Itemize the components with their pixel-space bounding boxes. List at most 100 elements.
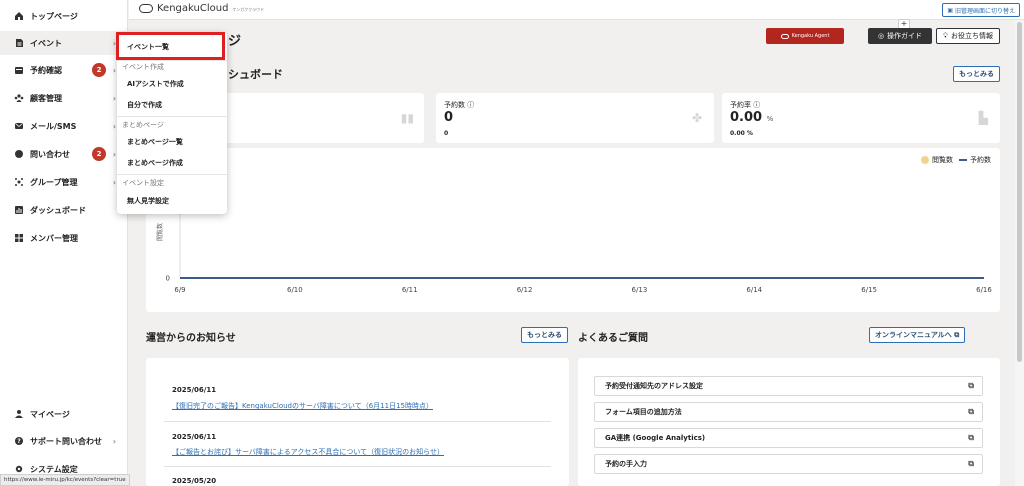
sidebar-item-members[interactable]: メンバー管理 <box>0 226 128 250</box>
x-tick-label: 6/15 <box>861 286 877 294</box>
y-tick-label: 0 <box>166 275 170 283</box>
faq-item[interactable]: 予約の手入力 ⧉ <box>594 454 983 474</box>
grid-icon <box>14 233 24 243</box>
menu-divider <box>117 116 227 117</box>
stat-card-reservations: 予約数 ⓘ 0 0 ✤ <box>436 93 714 143</box>
operation-guide-button[interactable]: ◎ 操作ガイド <box>868 28 932 44</box>
x-tick-label: 6/16 <box>976 286 992 294</box>
sidebar-item-inquiries[interactable]: 問い合わせ 2 › <box>0 142 128 166</box>
page-title: ジ <box>228 34 242 49</box>
sidebar-item-groups[interactable]: グループ管理 › <box>0 170 128 194</box>
sidebar-item-label: トップページ <box>30 11 78 21</box>
sidebar-item-support[interactable]: ? サポート問い合わせ › <box>0 429 128 453</box>
sidebar-item-mail[interactable]: メール/SMS › <box>0 114 128 138</box>
sidebar-item-label: 顧客管理 <box>30 93 62 103</box>
bookmark-icon: ▙ <box>978 111 988 125</box>
scrollbar[interactable] <box>1015 20 1024 486</box>
stat-value: 0.00 % <box>730 110 773 125</box>
window-icon: ▣ <box>947 6 953 14</box>
sidebar-item-label: グループ管理 <box>30 177 78 187</box>
person-icon <box>14 409 24 419</box>
guide-label: 操作ガイド <box>887 32 923 40</box>
sidebar-item-label: サポート問い合わせ <box>30 436 102 446</box>
menu-item-ai-create[interactable]: AIアシストで作成 <box>127 79 184 89</box>
menu-divider <box>117 60 227 61</box>
news-date: 2025/06/11 <box>172 386 217 394</box>
tips-button[interactable]: 💡︎ お役立ち情報 <box>936 28 1000 44</box>
sidebar-item-event[interactable]: イベント › <box>0 31 128 55</box>
chevron-right-icon: › <box>112 177 116 187</box>
menu-item-summary-list[interactable]: まとめページ一覧 <box>127 137 183 147</box>
news-more-button[interactable]: もっとみる <box>521 327 568 343</box>
cloud-logo-icon <box>139 4 153 13</box>
chat-icon <box>14 149 24 159</box>
menu-item-self-create[interactable]: 自分で作成 <box>127 100 162 110</box>
top-header: KengakuCloud ケンガククラウド ▣ 旧管理画面に切り替え <box>129 0 1024 20</box>
sidebar-item-label: 問い合わせ <box>30 149 70 159</box>
x-tick-label: 6/9 <box>174 286 185 294</box>
kengaku-agent-button[interactable]: Kengaku Agent <box>766 28 844 44</box>
menu-item-summary-create[interactable]: まとめページ作成 <box>127 158 183 168</box>
document-icon <box>14 38 24 48</box>
logo[interactable]: KengakuCloud ケンガククラウド <box>139 3 264 14</box>
reservation-badge: 2 <box>92 63 106 77</box>
news-date: 2025/06/11 <box>172 433 217 441</box>
sidebar-item-label: マイページ <box>30 409 70 419</box>
gear-icon <box>14 464 24 474</box>
faq-item[interactable]: GA連携 (Google Analytics) ⧉ <box>594 428 983 448</box>
news-link[interactable]: 【復旧完了のご報告】KengakuCloudのサーバ障害について（6月11日15… <box>172 401 433 411</box>
sidebar-item-customers[interactable]: 顧客管理 › <box>0 86 128 110</box>
chevron-right-icon: › <box>112 149 116 159</box>
external-link-icon: ⧉ <box>968 433 974 442</box>
logo-text: KengakuCloud <box>157 3 229 14</box>
inquiry-badge: 2 <box>92 147 106 161</box>
news-divider <box>164 421 551 422</box>
paw-icon: ✤ <box>691 111 702 125</box>
stat-sub: 0 <box>444 130 449 137</box>
sidebar-item-label: 予約確認 <box>30 65 62 75</box>
x-tick-label: 6/10 <box>287 286 303 294</box>
external-link-icon: ⧉ <box>968 381 974 390</box>
home-icon <box>14 11 24 21</box>
chevron-right-icon: › <box>112 93 116 103</box>
switch-legacy-button[interactable]: ▣ 旧管理画面に切り替え <box>942 3 1020 17</box>
svg-text:?: ? <box>17 438 21 445</box>
online-manual-button[interactable]: オンラインマニュアルへ ⧉ <box>869 327 966 343</box>
x-tick-label: 6/12 <box>517 286 533 294</box>
sidebar-item-label: メンバー管理 <box>30 233 78 243</box>
x-tick-label: 6/13 <box>632 286 648 294</box>
y-axis-label: 閲覧数 <box>156 223 164 241</box>
faq-title: よくあるご質問 <box>578 333 648 344</box>
dashboard-icon <box>14 205 24 215</box>
lightbulb-icon: 💡︎ <box>943 31 948 40</box>
tips-label: お役立ち情報 <box>950 32 993 40</box>
sidebar-item-mypage[interactable]: マイページ <box>0 402 128 426</box>
stat-label: 予約数 ⓘ <box>444 101 475 109</box>
stat-number: 0.00 <box>730 110 763 125</box>
sidebar-item-top[interactable]: トップページ <box>0 4 128 28</box>
switch-legacy-label: 旧管理画面に切り替え <box>954 7 1015 15</box>
x-tick-label: 6/14 <box>746 286 762 294</box>
faq-item-label: フォーム項目の追加方法 <box>605 408 682 416</box>
stat-label: 予約率 ⓘ <box>730 101 761 109</box>
chevron-right-icon: › <box>112 65 116 75</box>
scrollbar-thumb[interactable] <box>1017 22 1022 362</box>
external-link-icon: ⧉ <box>968 407 974 416</box>
faq-item[interactable]: フォーム項目の追加方法 ⧉ <box>594 402 983 422</box>
menu-divider <box>117 174 227 175</box>
dashboard-more-button[interactable]: もっとみる <box>953 66 1000 82</box>
sidebar-item-dashboard[interactable]: ダッシュボード <box>0 198 128 222</box>
sidebar-item-reservations[interactable]: 予約確認 2 › <box>0 58 128 82</box>
dashboard-title: シュボード <box>228 68 283 81</box>
sidebar-item-label: システム設定 <box>30 464 78 474</box>
menu-item-unmanned-tour[interactable]: 無人見学設定 <box>127 196 169 206</box>
news-title: 運営からのお知らせ <box>146 333 236 344</box>
faq-item[interactable]: 予約受付通知先のアドレス設定 ⧉ <box>594 376 983 396</box>
news-link[interactable]: 【ご報告とお詫び】サーバ障害によるアクセス不具合について（復旧状況のお知らせ） <box>172 447 444 457</box>
external-link-icon: ⧉ <box>968 459 974 468</box>
news-date: 2025/05/20 <box>172 477 217 485</box>
x-tick-label: 6/11 <box>402 286 418 294</box>
logo-subtext: ケンガククラウド <box>232 6 265 12</box>
sidebar-item-label: イベント <box>30 38 62 48</box>
stat-card-rate: 予約率 ⓘ 0.00 % 0.00 % ▙ <box>722 93 1000 143</box>
